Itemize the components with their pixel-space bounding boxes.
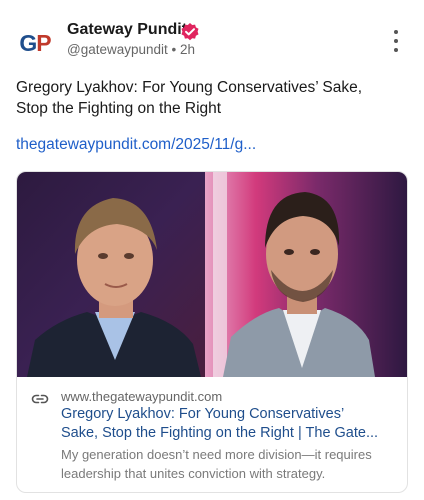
- post-text-line: Stop the Fighting on the Right: [16, 100, 222, 117]
- post-text: Gregory Lyakhov: For Young Conservatives…: [16, 77, 408, 119]
- card-title[interactable]: Gregory Lyakhov: For Young Conservatives…: [61, 405, 401, 443]
- card-description-line: My generation doesn’t need more division…: [61, 447, 372, 462]
- card-title-line: Sake, Stop the Fighting on the Right | T…: [61, 425, 379, 441]
- link-preview-image[interactable]: [17, 172, 407, 377]
- post-meta: @gatewaypundit • 2h: [67, 42, 195, 57]
- meta-separator: •: [171, 42, 177, 57]
- link-icon: [31, 392, 49, 404]
- link-preview-card[interactable]: www.thegatewaypundit.com Gregory Lyakhov…: [16, 171, 408, 493]
- author-handle[interactable]: @gatewaypundit: [67, 42, 168, 57]
- more-vertical-icon[interactable]: [386, 30, 406, 52]
- avatar-logo: GP: [19, 29, 51, 56]
- post-text-line: Gregory Lyakhov: For Young Conservatives…: [16, 79, 363, 96]
- avatar[interactable]: GP: [16, 24, 54, 62]
- post-link[interactable]: thegatewaypundit.com/2025/11/g...: [16, 136, 256, 154]
- post-time[interactable]: 2h: [180, 42, 195, 57]
- post-card[interactable]: GP Gateway Pundit @gatewaypundit • 2h Gr…: [0, 0, 424, 500]
- card-description: My generation doesn’t need more division…: [61, 445, 401, 483]
- card-domain: www.thegatewaypundit.com: [61, 389, 223, 404]
- author-name[interactable]: Gateway Pundit: [67, 21, 187, 39]
- verified-badge-icon: [180, 22, 200, 42]
- card-title-line: Gregory Lyakhov: For Young Conservatives…: [61, 406, 345, 422]
- card-description-line: leadership that unites conviction with s…: [61, 466, 326, 481]
